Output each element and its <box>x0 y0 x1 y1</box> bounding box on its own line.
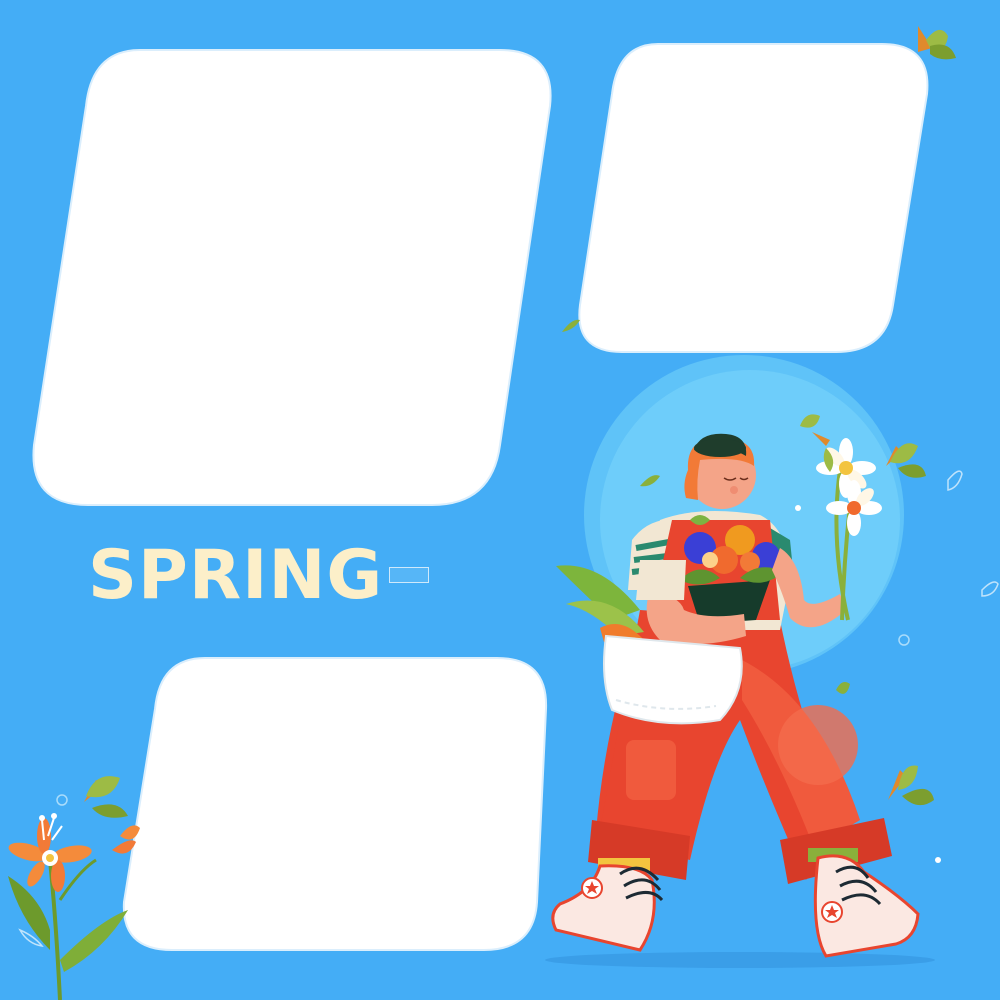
sparkle-dot <box>935 857 941 863</box>
falling-leaf-outline-icon <box>981 581 999 597</box>
leaf-sprig-icon <box>888 765 934 806</box>
falling-leaf-icon <box>836 682 850 694</box>
falling-leaf-outline-icon <box>947 470 963 491</box>
collage-artwork <box>8 26 999 1000</box>
leaf-sprig-icon <box>918 26 956 60</box>
flower-stem-icon <box>8 776 140 1000</box>
spring-title: SPRING <box>88 536 384 615</box>
title-dash-decoration <box>389 567 429 583</box>
falling-leaf-icon <box>562 319 580 332</box>
photo-frame-bottom[interactable] <box>122 657 548 951</box>
photo-frame-top-right[interactable] <box>578 43 929 353</box>
photo-frame-large[interactable] <box>32 49 552 506</box>
ground-shadow <box>545 952 935 968</box>
sneaker-icon <box>551 864 664 952</box>
spring-collage-canvas: SPRING <box>0 0 1000 1000</box>
sparkle-dot <box>56 794 68 806</box>
sparkle-dot <box>795 505 801 511</box>
sparkle-dot <box>898 634 910 646</box>
sneaker-icon <box>813 854 920 958</box>
